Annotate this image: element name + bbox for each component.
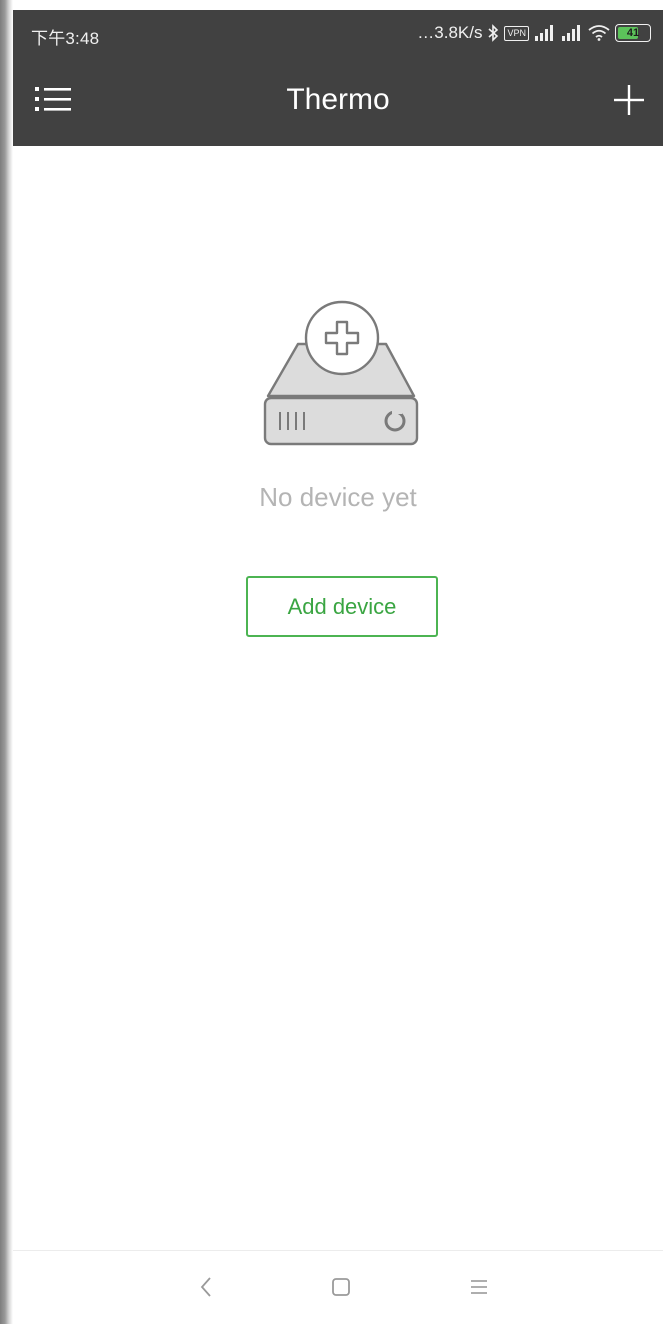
device-add-icon <box>262 296 422 452</box>
recent-apps-button[interactable] <box>461 1271 497 1307</box>
add-device-button[interactable]: Add device <box>246 576 438 637</box>
vpn-label: VPN <box>507 28 526 38</box>
phone-screen: 下午3:48 …3.8K/s VPN 41 Thermo No device y… <box>0 0 663 1324</box>
signal-icon <box>534 25 556 41</box>
home-icon <box>330 1276 352 1303</box>
vpn-icon: VPN <box>504 25 529 41</box>
system-nav-bar <box>13 1250 663 1324</box>
back-icon <box>198 1276 214 1303</box>
add-button[interactable] <box>611 84 647 120</box>
empty-state-message: No device yet <box>259 482 417 512</box>
status-bar: 下午3:48 …3.8K/s VPN 41 <box>13 10 663 56</box>
network-speed: …3.8K/s <box>417 23 483 42</box>
battery-level: 41 <box>626 27 640 39</box>
recent-apps-icon <box>468 1277 490 1302</box>
status-time: 下午3:48 <box>31 29 100 48</box>
plus-icon <box>613 84 645 121</box>
page-title: Thermo <box>286 83 390 116</box>
bluetooth-icon <box>487 24 499 42</box>
battery-icon: 41 <box>615 24 651 42</box>
device-frame-edge <box>0 0 13 1324</box>
home-button[interactable] <box>323 1271 359 1307</box>
app-bar: Thermo <box>13 56 663 146</box>
signal-icon <box>561 25 583 41</box>
status-indicators: …3.8K/s VPN 41 <box>417 22 651 44</box>
back-button[interactable] <box>188 1271 224 1307</box>
wifi-icon <box>588 25 610 41</box>
